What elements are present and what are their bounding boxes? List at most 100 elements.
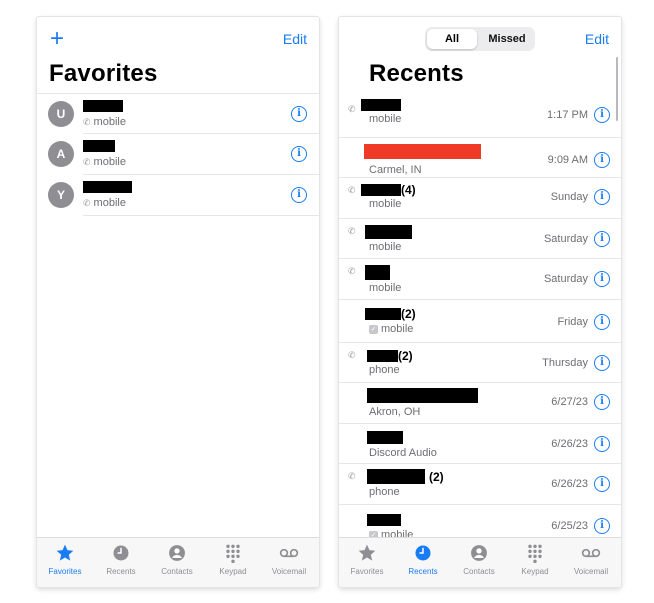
star-icon <box>56 544 74 561</box>
recent-time: Saturday <box>543 232 588 245</box>
recent-row[interactable]: ✆ mobile Saturday i <box>339 259 621 300</box>
call-count: (4) <box>401 183 416 197</box>
recent-sub: mobile <box>369 113 402 125</box>
segment-all[interactable]: All <box>427 29 477 49</box>
recent-row[interactable]: ✆ (2) phone 6/26/23 i <box>339 464 621 505</box>
tab-voicemail[interactable]: Voicemail <box>563 543 619 576</box>
recent-sub: mobile <box>369 198 402 210</box>
info-icon[interactable]: i <box>594 271 610 287</box>
nav-bar: + Edit <box>37 17 319 61</box>
redacted-name <box>367 469 425 484</box>
recent-row[interactable]: ✆ mobile 1:17 PM i <box>339 97 621 138</box>
recents-list: ✆ mobile 1:17 PM i Carmel, IN 9:09 AM i … <box>339 97 621 545</box>
recent-time: Sunday <box>550 191 588 203</box>
recent-sub: ✓ mobile <box>369 322 414 335</box>
nav-bar: All Missed Edit <box>339 17 621 61</box>
edit-button[interactable]: Edit <box>283 31 307 47</box>
redacted-name <box>361 184 401 196</box>
tab-bar: Favorites Recents Contacts Keypad Voicem… <box>339 537 621 587</box>
edit-button[interactable]: Edit <box>585 31 609 47</box>
tab-keypad[interactable]: Keypad <box>205 543 261 576</box>
recent-time: 9:09 AM <box>547 153 588 166</box>
info-icon[interactable]: i <box>594 151 610 168</box>
keypad-icon <box>528 544 542 563</box>
info-icon[interactable]: i <box>594 435 610 452</box>
recent-sub: phone <box>369 363 400 376</box>
clock-icon <box>415 545 431 561</box>
tab-keypad[interactable]: Keypad <box>507 543 563 576</box>
recent-row[interactable]: Discord Audio 6/26/23 i <box>339 424 621 464</box>
outgoing-call-icon: ✆ <box>348 266 356 276</box>
voicemail-icon <box>279 548 299 558</box>
recent-row[interactable]: Akron, OH 6/27/23 i <box>339 383 621 424</box>
favorite-row[interactable]: A ✆ mobile i <box>37 134 319 175</box>
phone-icon: ✆ <box>83 198 91 208</box>
tab-favorites[interactable]: Favorites <box>339 543 395 576</box>
recent-row[interactable]: ✆ mobile Saturday i <box>339 219 621 259</box>
recent-time: Thursday <box>542 356 588 369</box>
call-count: (2) <box>429 470 444 484</box>
voicemail-check-icon: ✓ <box>369 324 378 334</box>
recent-row[interactable]: ✆ (2) phone Thursday i <box>339 343 621 383</box>
favorite-sub: ✆ mobile <box>83 116 126 128</box>
info-icon[interactable]: i <box>594 313 610 330</box>
recents-screen: All Missed Edit Recents ✆ mobile 1:17 PM… <box>339 17 621 587</box>
recent-time: 1:17 PM <box>547 109 588 121</box>
favorites-list: U ✆ mobile i A ✆ mobile i Y ✆ mobile i <box>37 93 319 216</box>
recent-time: Friday <box>557 315 588 328</box>
add-favorite-button[interactable]: + <box>48 27 66 51</box>
recent-sub: Carmel, IN <box>369 163 422 176</box>
redacted-name <box>83 140 115 152</box>
favorite-sub: ✆ mobile <box>83 156 126 168</box>
avatar: A <box>48 141 74 167</box>
info-icon[interactable]: i <box>594 476 610 492</box>
recent-sub: phone <box>369 486 400 498</box>
recent-row[interactable]: (2) ✓ mobile Friday i <box>339 300 621 343</box>
tab-recents[interactable]: Recents <box>93 543 149 576</box>
info-icon[interactable]: i <box>594 230 610 247</box>
info-icon[interactable]: i <box>291 187 307 203</box>
call-count: (2) <box>401 306 416 321</box>
avatar: Y <box>48 182 74 208</box>
info-icon[interactable]: i <box>594 107 610 123</box>
info-icon[interactable]: i <box>594 394 610 410</box>
outgoing-call-icon: ✆ <box>348 185 356 195</box>
favorite-row[interactable]: Y ✆ mobile i <box>37 175 319 216</box>
tab-contacts[interactable]: Contacts <box>149 543 205 576</box>
person-circle-icon <box>471 545 487 561</box>
recent-sub: mobile <box>369 240 402 253</box>
outgoing-call-icon: ✆ <box>348 471 356 481</box>
phone-icon: ✆ <box>83 117 91 127</box>
recent-time: 6/26/23 <box>551 478 588 490</box>
tab-contacts[interactable]: Contacts <box>451 543 507 576</box>
recent-sub: Akron, OH <box>369 406 421 418</box>
redacted-name <box>365 265 390 280</box>
keypad-icon <box>226 544 240 563</box>
tab-favorites[interactable]: Favorites <box>37 543 93 576</box>
redacted-name <box>83 100 123 112</box>
tab-recents[interactable]: Recents <box>395 543 451 576</box>
redacted-name <box>367 513 401 526</box>
redacted-name <box>83 181 132 193</box>
recent-sub: Discord Audio <box>369 446 437 459</box>
clock-icon <box>113 545 129 561</box>
info-icon[interactable]: i <box>291 146 307 162</box>
redacted-name <box>367 349 398 362</box>
favorite-row[interactable]: U ✆ mobile i <box>37 93 319 134</box>
recent-time: 6/25/23 <box>551 519 588 532</box>
recent-row[interactable]: Carmel, IN 9:09 AM i <box>339 138 621 178</box>
info-icon[interactable]: i <box>594 354 610 371</box>
info-icon[interactable]: i <box>594 189 610 205</box>
recent-row[interactable]: ✆ (4) mobile Sunday i <box>339 178 621 219</box>
favorite-sub: ✆ mobile <box>83 197 126 209</box>
info-icon[interactable]: i <box>594 517 610 534</box>
info-icon[interactable]: i <box>291 106 307 122</box>
redacted-name <box>365 307 401 320</box>
tab-voicemail[interactable]: Voicemail <box>261 543 317 576</box>
call-count: (2) <box>398 348 413 363</box>
avatar: U <box>48 101 74 127</box>
tab-bar: Favorites Recents Contacts Keypad Voicem… <box>37 537 319 587</box>
segment-missed[interactable]: Missed <box>481 29 533 49</box>
segmented-control: All Missed <box>425 27 535 51</box>
redacted-name <box>367 430 403 444</box>
